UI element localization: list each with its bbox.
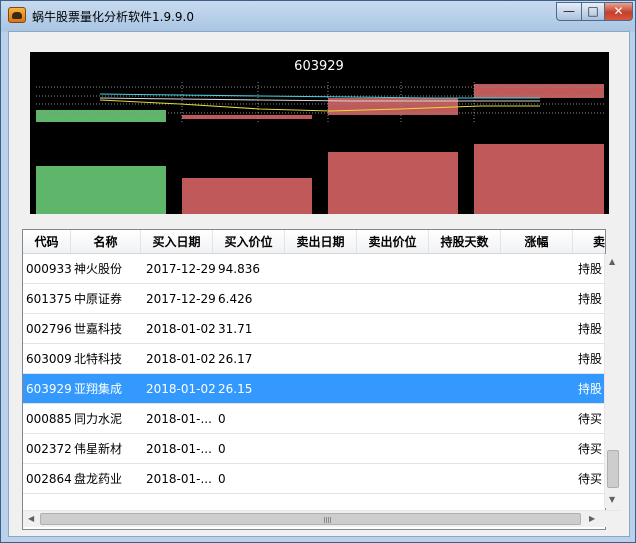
volume-bar-4: [474, 144, 604, 214]
table-row[interactable]: 000933 神火股份 2017-12-29 94.836 持股: [23, 254, 605, 284]
cell-buy-date: 2018-01-...: [146, 442, 212, 456]
table-row[interactable]: 002796 世嘉科技 2018-01-02 31.71 持股: [23, 314, 605, 344]
candle-2: [182, 115, 312, 119]
cell-name: 世嘉科技: [74, 322, 123, 336]
scroll-right-arrow-icon[interactable]: ▶: [589, 514, 595, 523]
client-area: 603929 代码 名称 买入日期 买入价位 卖出日期 卖出价位 持股天数 涨幅…: [8, 31, 630, 537]
table-row[interactable]: 603009 北特科技 2018-01-02 26.17 持股: [23, 344, 605, 374]
trade-list-grid[interactable]: 代码 名称 买入日期 买入价位 卖出日期 卖出价位 持股天数 涨幅 卖 0009…: [22, 229, 621, 530]
cell-buy-price: 94.836: [218, 262, 260, 276]
candle-4: [474, 84, 604, 98]
cell-buy-price: 26.15: [218, 382, 253, 396]
cell-buy-price: 31.71: [218, 322, 253, 336]
cell-code: 603929: [26, 382, 72, 396]
snail-app-icon: [8, 7, 26, 23]
chart-title: 603929: [294, 59, 344, 74]
app-window: 蜗牛股票量化分析软件1.9.9.0 — □ ✕ 603929 代码 名称 买入日…: [0, 0, 636, 543]
cell-buy-price: 0: [218, 412, 226, 426]
cell-buy-date: 2018-01-...: [146, 472, 212, 486]
scroll-down-arrow-icon[interactable]: ▼: [609, 495, 615, 504]
table-header: 代码 名称 买入日期 买入价位 卖出日期 卖出价位 持股天数 涨幅 卖: [23, 230, 605, 254]
table-row[interactable]: 000885 同力水泥 2018-01-... 0 待买: [23, 404, 605, 434]
scroll-up-arrow-icon[interactable]: ▲: [609, 257, 615, 266]
volume-bar-3: [328, 152, 458, 214]
table-row[interactable]: 002372 伟星新材 2018-01-... 0 待买: [23, 434, 605, 464]
cell-buy-date: 2018-01-02: [146, 382, 216, 396]
kline-chart: 603929: [30, 52, 609, 214]
volume-bar-1: [36, 166, 166, 214]
candle-1: [36, 110, 166, 122]
horizontal-scroll-thumb[interactable]: [40, 513, 581, 525]
cell-sell-status: 持股: [578, 262, 603, 276]
table-body: 000933 神火股份 2017-12-29 94.836 持股 601375 …: [23, 254, 605, 509]
cell-code: 002372: [26, 442, 72, 456]
vertical-scroll-thumb[interactable]: [607, 450, 619, 488]
column-header-change[interactable]: 涨幅: [501, 230, 573, 253]
cell-sell-status: 待买: [578, 412, 603, 426]
column-header-sell-status[interactable]: 卖: [573, 230, 605, 253]
column-header-sell-date[interactable]: 卖出日期: [285, 230, 357, 253]
cell-code: 002864: [26, 472, 72, 486]
close-button[interactable]: ✕: [604, 2, 633, 21]
cell-buy-price: 0: [218, 442, 226, 456]
cell-sell-status: 持股: [578, 292, 603, 306]
table-row[interactable]: 002864 盘龙药业 2018-01-... 0 待买: [23, 464, 605, 494]
column-header-sell-price[interactable]: 卖出价位: [357, 230, 429, 253]
cell-name: 北特科技: [74, 352, 123, 366]
column-header-buy-date[interactable]: 买入日期: [141, 230, 213, 253]
cell-code: 002796: [26, 322, 72, 336]
cell-code: 000933: [26, 262, 72, 276]
cell-buy-price: 0: [218, 472, 226, 486]
cell-name: 神火股份: [74, 262, 123, 276]
cell-name: 伟星新材: [74, 442, 123, 456]
cell-buy-price: 26.17: [218, 352, 253, 366]
table-row[interactable]: 601375 中原证券 2017-12-29 6.426 持股: [23, 284, 605, 314]
cell-sell-status: 持股: [578, 352, 603, 366]
horizontal-scrollbar[interactable]: ◀ ▶: [23, 510, 621, 527]
cell-buy-date: 2017-12-29: [146, 292, 216, 306]
cell-name: 同力水泥: [74, 412, 123, 426]
cell-sell-status: 待买: [578, 442, 603, 456]
cell-buy-date: 2018-01-02: [146, 322, 216, 336]
minimize-button[interactable]: —: [556, 2, 582, 21]
cell-code: 603009: [26, 352, 72, 366]
volume-bar-2: [182, 178, 312, 214]
scroll-left-arrow-icon[interactable]: ◀: [28, 514, 34, 523]
cell-code: 601375: [26, 292, 72, 306]
cell-name: 盘龙药业: [74, 472, 123, 486]
maximize-button[interactable]: □: [581, 2, 605, 21]
cell-buy-date: 2018-01-02: [146, 352, 216, 366]
column-header-code[interactable]: 代码: [23, 230, 71, 253]
cell-buy-price: 6.426: [218, 292, 253, 306]
cell-name: 中原证券: [74, 292, 123, 306]
vertical-scrollbar[interactable]: ▲ ▼: [604, 254, 621, 508]
window-title: 蜗牛股票量化分析软件1.9.9.0: [32, 10, 194, 24]
cell-name: 亚翔集成: [74, 382, 123, 396]
cell-sell-status: 持股: [578, 322, 603, 336]
cell-sell-status: 待买: [578, 472, 603, 486]
cell-buy-date: 2018-01-...: [146, 412, 212, 426]
column-header-buy-price[interactable]: 买入价位: [213, 230, 285, 253]
cell-sell-status: 持股: [578, 382, 603, 396]
column-header-name[interactable]: 名称: [71, 230, 141, 253]
scroll-grip-icon: [324, 517, 332, 523]
cell-code: 000885: [26, 412, 72, 426]
cell-buy-date: 2017-12-29: [146, 262, 216, 276]
column-header-hold-days[interactable]: 持股天数: [429, 230, 501, 253]
title-bar[interactable]: 蜗牛股票量化分析软件1.9.9.0 — □ ✕: [1, 1, 635, 31]
table-row-selected[interactable]: 603929 亚翔集成 2018-01-02 26.15 持股: [23, 374, 605, 404]
